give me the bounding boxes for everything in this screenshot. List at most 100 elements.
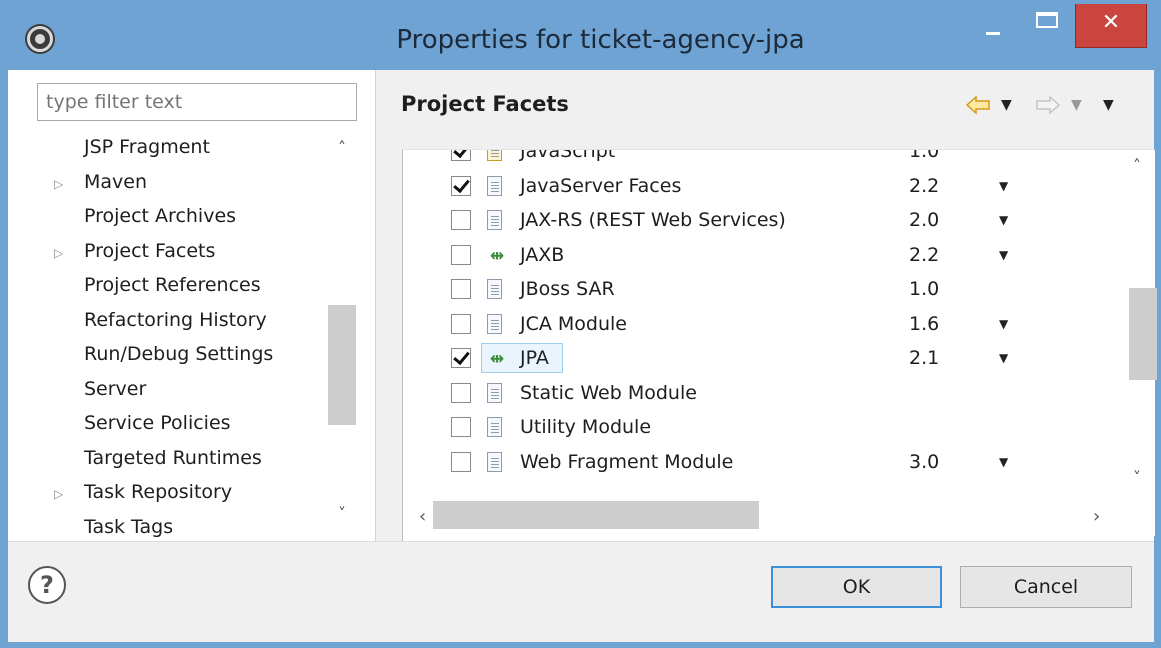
facet-row[interactable]: ⇹ JPA 2.1 ▼ — [403, 341, 1119, 375]
minimize-button[interactable] — [964, 0, 1022, 48]
facet-version[interactable]: 2.1 — [909, 341, 939, 375]
facet-checkbox[interactable] — [451, 210, 471, 230]
sidebar-item[interactable]: JSP Fragment — [84, 132, 210, 162]
sidebar-item[interactable]: Task Repository — [84, 477, 232, 507]
facet-checkbox[interactable] — [451, 150, 471, 161]
view-menu-icon[interactable]: ▼ — [1103, 97, 1114, 113]
facet-version[interactable]: 3.0 — [909, 445, 939, 479]
facet-version: 1.0 — [909, 150, 940, 162]
facet-row[interactable]: JAX-RS (REST Web Services) 2.0 ▼ — [403, 203, 1119, 237]
scroll-up-icon[interactable]: ˄ — [1119, 156, 1155, 175]
category-pane: JSP Fragment ▷ Maven Project Archives ▷ Proje… — [8, 70, 376, 541]
facet-checkbox[interactable] — [451, 382, 471, 403]
facet-name: JAXB — [520, 243, 565, 266]
facet-name: JBoss SAR — [520, 278, 615, 300]
doc-icon — [484, 451, 506, 475]
scroll-left-icon[interactable]: ‹ — [419, 506, 426, 527]
facet-checkbox[interactable] — [451, 244, 471, 265]
scroll-thumb[interactable] — [328, 305, 356, 425]
scroll-thumb[interactable] — [433, 501, 759, 529]
sidebar-item[interactable]: Project Archives — [84, 201, 236, 231]
maximize-icon — [1036, 12, 1058, 28]
expand-icon[interactable]: ▷ — [54, 177, 64, 191]
arrows-icon: ⇹ — [489, 245, 505, 266]
arrows-icon: ⇹ — [489, 349, 505, 369]
scroll-right-icon[interactable]: › — [1093, 506, 1100, 527]
back-dropdown-icon[interactable]: ▼ — [1001, 97, 1012, 113]
sidebar-item[interactable]: Refactoring History — [84, 305, 267, 335]
back-arrow-icon[interactable] — [965, 94, 991, 116]
version-dropdown-icon[interactable]: ▼ — [999, 203, 1008, 237]
facet-row[interactable]: JavaServer Faces 2.2 ▼ — [403, 169, 1119, 203]
dialog-client-area: JSP Fragment ▷ Maven Project Archives ▷ Proje… — [8, 70, 1157, 642]
scroll-down-icon[interactable]: ˅ — [1119, 468, 1155, 487]
facet-name: Static Web Module — [520, 381, 697, 404]
facet-name: JAX-RS (REST Web Services) — [520, 209, 786, 231]
ok-button[interactable]: OK — [771, 566, 942, 608]
facet-row[interactable]: Utility Module — [403, 410, 1119, 444]
doc-icon — [484, 313, 506, 337]
help-button[interactable]: ? — [28, 566, 66, 604]
page-navigation: ▼ ▼ ▼ — [965, 94, 1145, 118]
close-icon: ✕ — [1101, 10, 1121, 35]
expand-icon[interactable]: ▷ — [54, 487, 64, 501]
sidebar-item[interactable]: Targeted Runtimes — [84, 443, 262, 473]
maximize-button[interactable] — [1022, 0, 1074, 48]
facet-row[interactable]: Static Web Module — [403, 376, 1119, 410]
facet-version[interactable]: 2.2 — [909, 238, 939, 272]
facet-version[interactable]: 2.0 — [909, 203, 939, 237]
forward-arrow-icon[interactable] — [1035, 94, 1061, 116]
minimize-icon — [986, 32, 1000, 35]
facet-row[interactable]: Web Fragment Module 3.0 ▼ — [403, 445, 1119, 479]
properties-dialog: Properties for ticket-agency-jpa ✕ JSP F… — [0, 0, 1161, 648]
facet-checkbox[interactable] — [451, 279, 471, 299]
category-tree: JSP Fragment ▷ Maven Project Archives ▷ Proje… — [8, 130, 328, 537]
facet-row[interactable]: ⇹ JAXB 2.2 ▼ — [403, 238, 1119, 272]
facet-name: JPA — [520, 347, 549, 369]
facet-name: JavaServer Faces — [520, 174, 682, 197]
facet-row[interactable]: JCA Module 1.6 ▼ — [403, 307, 1119, 341]
facets-page: Project Facets ▼ ▼ ▼ JavaScript 1.0 JavaSe — [377, 70, 1157, 541]
title-bar[interactable]: Properties for ticket-agency-jpa ✕ — [0, 0, 1161, 70]
facet-checkbox[interactable] — [451, 417, 471, 437]
sidebar-item[interactable]: Run/Debug Settings — [84, 339, 273, 369]
doc-icon — [484, 175, 506, 199]
scroll-thumb[interactable] — [1129, 288, 1157, 380]
sidebar-item[interactable]: Server — [84, 374, 146, 404]
facet-checkbox[interactable] — [451, 348, 471, 368]
version-dropdown-icon[interactable]: ▼ — [999, 307, 1008, 341]
facet-version: 1.0 — [909, 278, 940, 300]
sidebar-item[interactable]: Maven — [84, 167, 147, 197]
version-dropdown-icon[interactable]: ▼ — [999, 238, 1008, 272]
locked-doc-icon — [484, 150, 506, 164]
sidebar-item[interactable]: Project References — [84, 270, 261, 300]
scroll-up-icon[interactable]: ˄ — [328, 138, 356, 157]
expand-icon[interactable]: ▷ — [54, 246, 64, 260]
version-dropdown-icon[interactable]: ▼ — [999, 445, 1008, 479]
facet-checkbox[interactable] — [451, 313, 471, 334]
facet-checkbox[interactable] — [451, 175, 471, 196]
facet-row[interactable]: JavaScript 1.0 — [403, 150, 1119, 168]
filter-input[interactable] — [37, 83, 357, 121]
sidebar-item[interactable]: Task Tags — [84, 512, 173, 538]
sidebar-item[interactable]: Service Policies — [84, 408, 231, 438]
version-dropdown-icon[interactable]: ▼ — [999, 169, 1008, 203]
doc-icon — [484, 416, 506, 440]
cancel-button[interactable]: Cancel — [960, 566, 1132, 608]
facet-checkbox[interactable] — [451, 451, 471, 472]
facets-list: JavaScript 1.0 JavaServer Faces 2.2 ▼ JAX-RS … — [403, 150, 1119, 500]
forward-dropdown-icon[interactable]: ▼ — [1071, 97, 1082, 113]
facets-vertical-scrollbar[interactable]: ˄ ˅ — [1119, 150, 1157, 500]
category-scrollbar[interactable]: ˄ ˅ — [328, 130, 356, 537]
facet-name: JavaScript — [520, 150, 616, 162]
close-button[interactable]: ✕ — [1075, 4, 1147, 48]
facet-version[interactable]: 2.2 — [909, 169, 939, 203]
doc-icon — [484, 382, 506, 406]
sidebar-item[interactable]: Project Facets — [84, 235, 216, 266]
page-title: Project Facets — [401, 92, 569, 116]
facets-horizontal-scrollbar[interactable]: ‹ › — [403, 500, 1155, 536]
scroll-down-icon[interactable]: ˅ — [328, 504, 356, 523]
facet-row[interactable]: JBoss SAR 1.0 — [403, 272, 1119, 306]
version-dropdown-icon[interactable]: ▼ — [999, 341, 1008, 375]
facet-version[interactable]: 1.6 — [909, 307, 939, 341]
